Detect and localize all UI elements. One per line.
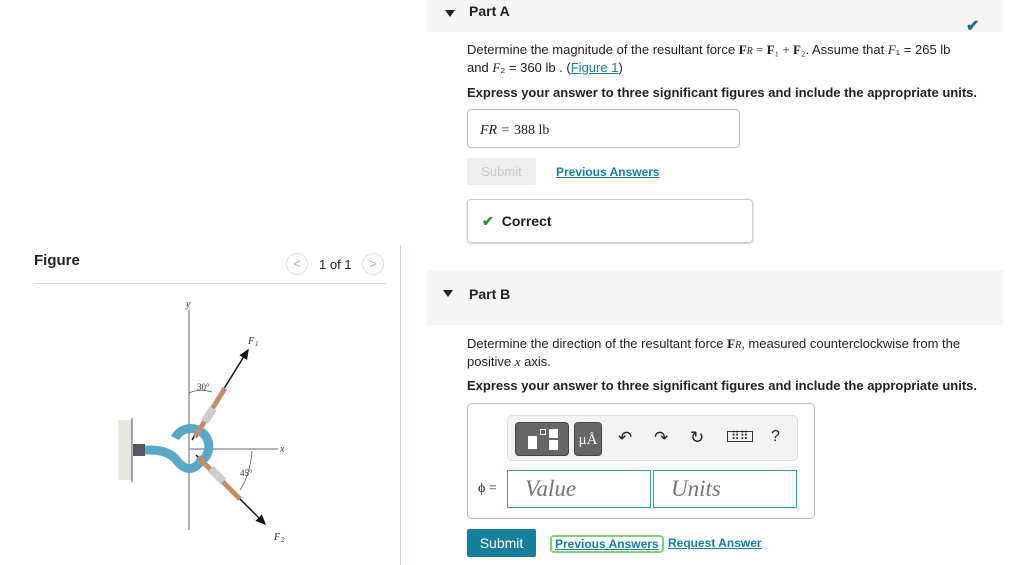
keyboard-icon[interactable]: ⠿⠿: [727, 430, 753, 442]
part-b-instruction: Express your answer to three significant…: [467, 378, 977, 393]
reset-icon[interactable]: ↻: [690, 428, 704, 448]
caret-down-icon: [445, 10, 455, 17]
svg-text:F: F: [273, 532, 281, 543]
part-b-previous-answers-link[interactable]: Previous Answers: [550, 535, 664, 553]
force-diagram: yx F1 F2 30°45°: [118, 299, 285, 544]
part-b-title: Part B: [469, 286, 511, 302]
svg-text:45°: 45°: [240, 468, 253, 478]
svg-text:1: 1: [255, 340, 259, 348]
svg-text:2: 2: [281, 536, 285, 544]
svg-text:30°: 30°: [197, 382, 210, 392]
figure-link[interactable]: Figure 1: [571, 60, 619, 75]
figure-pager: 1 of 1: [319, 257, 352, 272]
undo-icon[interactable]: ↶: [618, 428, 632, 448]
panel-divider: [400, 245, 401, 565]
request-answer-link[interactable]: Request Answer: [668, 536, 762, 550]
value-input[interactable]: [507, 470, 651, 508]
svg-text:y: y: [185, 299, 191, 310]
part-a-instruction: Express your answer to three significant…: [467, 85, 977, 100]
math-toolbar: μÅ ↶ ↷ ↻ ⠿⠿ ?: [507, 415, 798, 461]
svg-text:x: x: [279, 444, 285, 455]
checkmark-icon: ✔: [482, 213, 494, 229]
part-b-submit-button[interactable]: Submit: [467, 529, 536, 557]
help-icon[interactable]: ?: [771, 428, 780, 446]
part-a-submit-button[interactable]: Submit: [467, 158, 536, 185]
redo-icon[interactable]: ↷: [654, 428, 668, 448]
chevron-left-icon: <: [293, 256, 301, 271]
next-figure-button[interactable]: >: [362, 253, 384, 275]
caret-down-icon: [443, 290, 453, 297]
templates-icon[interactable]: [515, 422, 569, 456]
part-b-header[interactable]: Part B: [427, 270, 1003, 325]
wall: [118, 420, 132, 480]
part-a-answer-field[interactable]: FR = 388 lb: [467, 109, 740, 148]
units-input[interactable]: [653, 470, 797, 508]
part-a-previous-answers-link[interactable]: Previous Answers: [556, 165, 660, 179]
correct-feedback: ✔ Correct: [467, 199, 753, 243]
part-a-question: Determine the magnitude of the resultant…: [467, 42, 951, 75]
chevron-right-icon: >: [369, 256, 377, 271]
part-a-header[interactable]: Part A: [427, 0, 1003, 32]
checkmark-icon: ✔: [966, 18, 980, 35]
phi-label: ϕ =: [478, 481, 497, 496]
svg-text:F: F: [247, 336, 255, 347]
prev-figure-button[interactable]: <: [286, 253, 308, 275]
figure-title: Figure: [34, 252, 80, 269]
part-a-title: Part A: [469, 3, 510, 19]
figure-divider: [34, 283, 386, 284]
units-icon[interactable]: μÅ: [574, 422, 602, 456]
part-b-question: Determine the direction of the resultant…: [467, 336, 961, 369]
